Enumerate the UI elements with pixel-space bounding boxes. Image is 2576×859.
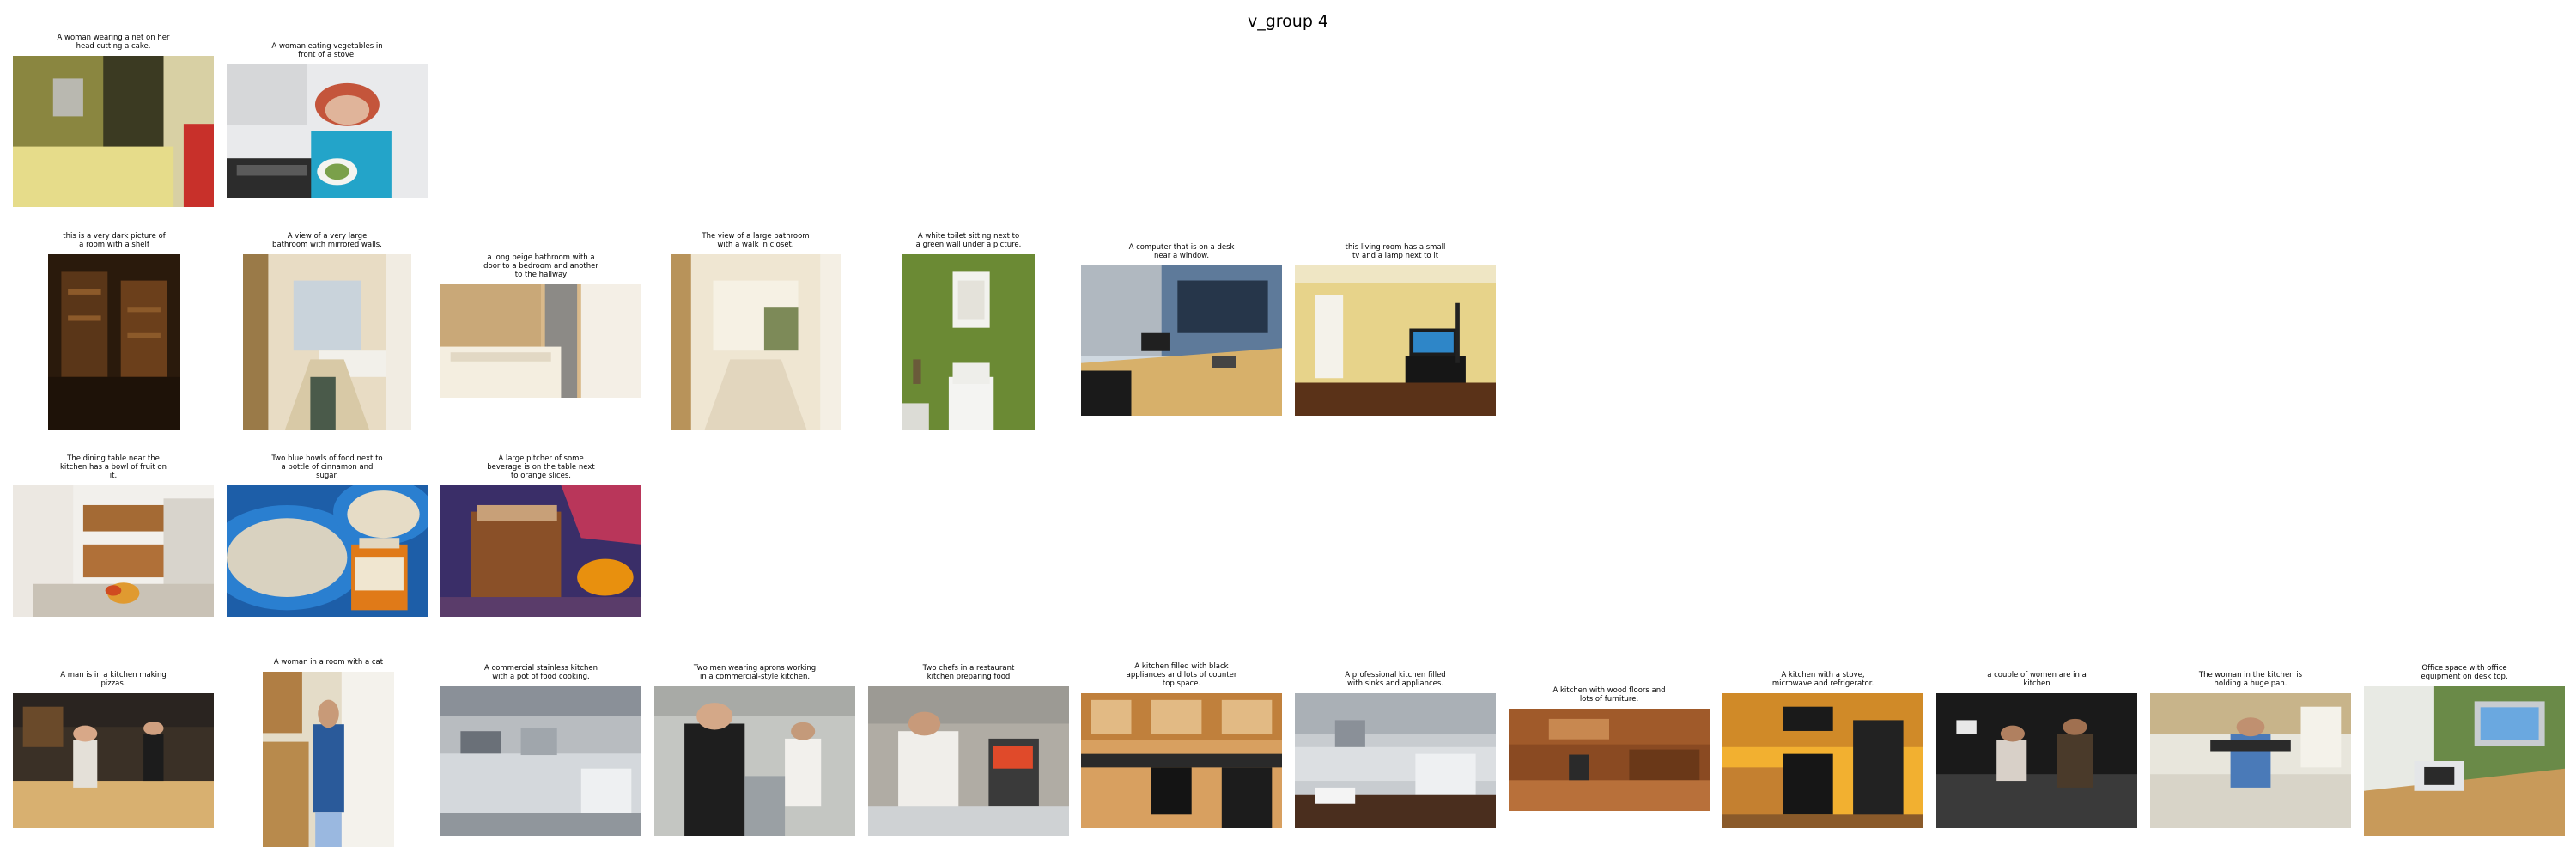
image-caption: Office space with office equipment on de…	[2421, 664, 2508, 681]
image-caption: A woman in a room with a cat	[273, 658, 384, 667]
image-caption: A view of a very large bathroom with mir…	[272, 232, 382, 249]
image-thumbnail	[902, 254, 1035, 430]
image-thumbnail	[1295, 693, 1496, 828]
image-caption: A woman eating vegetables in front of a …	[271, 42, 383, 59]
image-thumbnail	[868, 686, 1069, 836]
image-caption: this is a very dark picture of a room wi…	[63, 232, 166, 249]
image-thumbnail	[1081, 265, 1282, 416]
image-thumbnail	[1081, 693, 1282, 828]
image-thumbnail	[227, 64, 428, 198]
image-thumbnail	[227, 485, 428, 617]
image-caption: The view of a large bathroom with a walk…	[702, 232, 810, 249]
image-caption: A white toilet sitting next to a green w…	[915, 232, 1022, 249]
image-thumbnail	[13, 693, 214, 828]
image-thumbnail	[1295, 265, 1496, 416]
image-thumbnail	[1722, 693, 1923, 828]
image-caption: a long beige bathroom with a door to a b…	[483, 253, 598, 279]
image-thumbnail	[671, 254, 841, 430]
image-caption: A large pitcher of some beverage is on t…	[487, 454, 595, 480]
image-thumbnail	[263, 672, 394, 847]
image-thumbnail	[654, 686, 855, 836]
image-thumbnail	[440, 284, 641, 398]
page-title: v_group 4	[1247, 12, 1329, 31]
image-thumbnail	[243, 254, 411, 430]
image-thumbnail	[440, 686, 641, 836]
image-thumbnail	[48, 254, 180, 430]
image-thumbnail	[2364, 686, 2565, 836]
image-thumbnail	[440, 485, 641, 617]
image-caption: this living room has a small tv and a la…	[1345, 243, 1446, 260]
image-thumbnail	[13, 485, 214, 617]
image-thumbnail	[2150, 693, 2351, 828]
image-caption: A professional kitchen filled with sinks…	[1345, 671, 1446, 688]
image-thumbnail	[13, 56, 214, 207]
image-caption: A kitchen with wood floors and lots of f…	[1552, 686, 1666, 704]
image-thumbnail	[1509, 709, 1710, 811]
image-caption: A man is in a kitchen making pizzas.	[60, 671, 167, 688]
image-thumbnail	[1936, 693, 2137, 828]
